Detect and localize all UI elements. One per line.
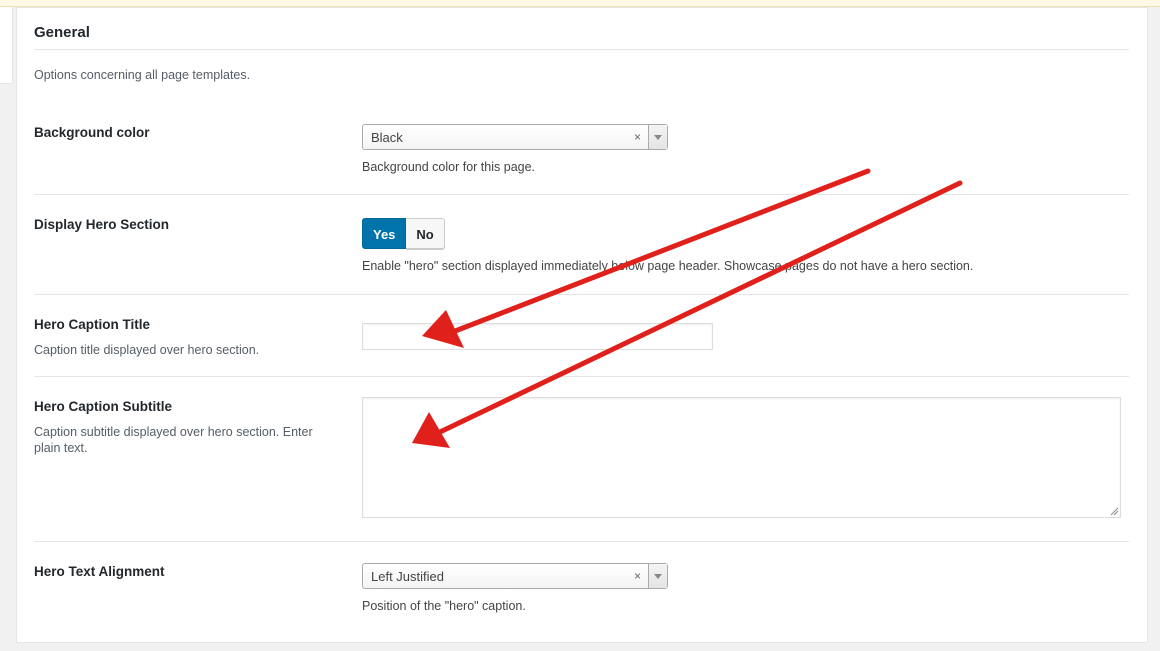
row-divider [34,194,1129,195]
left-gutter [0,7,16,651]
hero-caption-subtitle-description: Caption subtitle displayed over hero sec… [34,425,313,455]
section-description: Options concerning all page templates. [34,68,251,82]
section-title: General [34,24,90,41]
hero-text-alignment-label: Hero Text Alignment [34,564,165,579]
display-hero-label: Display Hero Section [34,217,170,232]
hero-text-alignment-value: Left Justified [371,569,444,584]
display-hero-no-button[interactable]: No [406,218,445,249]
hero-caption-title-input[interactable] [362,323,713,350]
hero-text-alignment-help: Position of the "hero" caption. [362,599,526,613]
display-hero-toggle: Yes No [362,218,445,249]
background-color-select[interactable]: Black × [362,124,668,150]
hero-text-alignment-select[interactable]: Left Justified × [362,563,668,589]
hero-caption-subtitle-textarea[interactable] [362,397,1121,518]
hero-caption-title-description: Caption title displayed over hero sectio… [34,343,260,357]
chevron-down-icon[interactable] [648,125,667,149]
display-hero-yes-button[interactable]: Yes [362,218,407,249]
row-divider [34,294,1129,295]
row-divider [34,541,1129,542]
background-color-value: Black [371,130,403,145]
left-gutter-box [0,7,13,84]
display-hero-help: Enable "hero" section displayed immediat… [362,259,974,273]
background-color-label: Background color [34,125,150,140]
resize-handle-icon[interactable] [1109,506,1119,516]
section-title-divider [34,49,1129,50]
clear-icon[interactable]: × [634,569,641,583]
notice-strip [0,0,1160,7]
row-divider [34,376,1129,377]
background-color-help: Background color for this page. [362,160,536,174]
settings-panel: General Options concerning all page temp… [16,7,1148,643]
hero-caption-subtitle-label: Hero Caption Subtitle [34,399,172,414]
clear-icon[interactable]: × [634,130,641,144]
chevron-down-icon[interactable] [648,564,667,588]
hero-caption-title-label: Hero Caption Title [34,317,151,332]
